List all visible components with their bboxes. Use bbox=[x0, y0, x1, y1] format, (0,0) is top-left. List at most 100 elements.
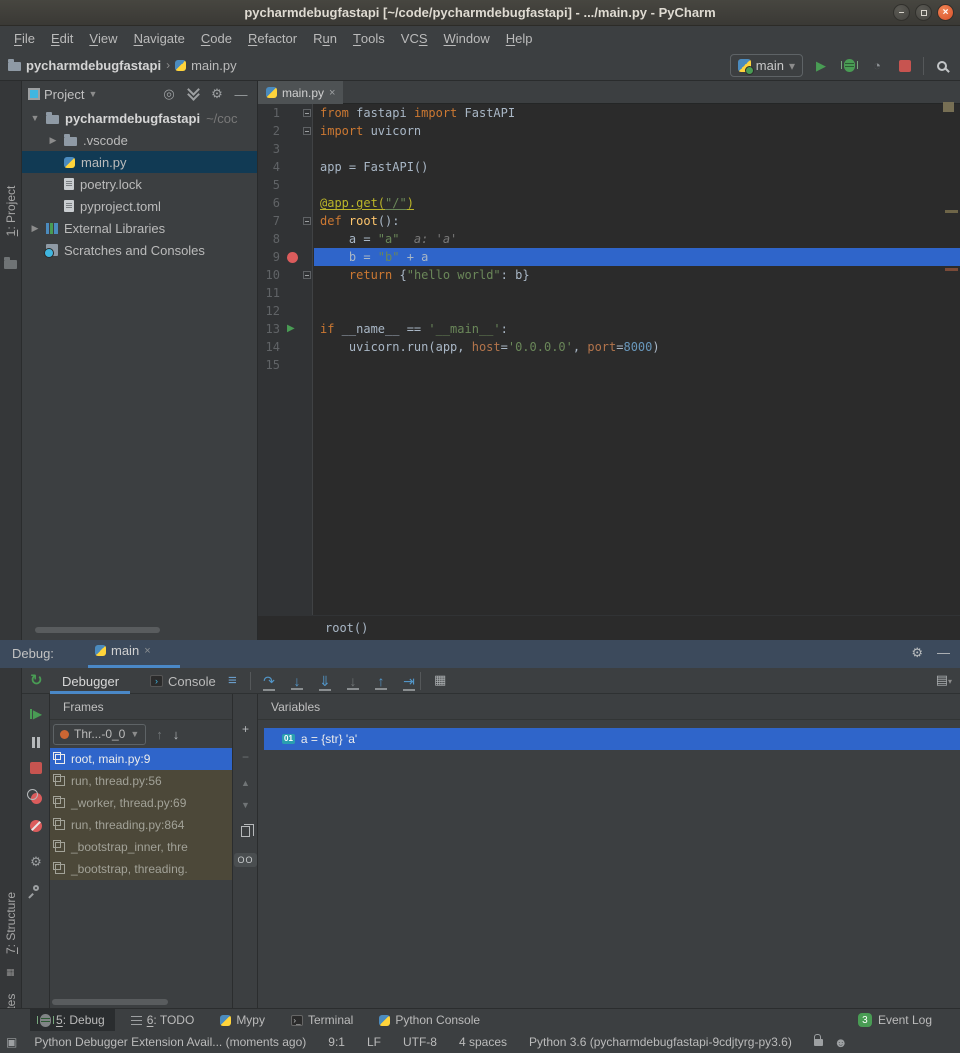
tree-expand-icon[interactable]: ▶ bbox=[48, 135, 58, 146]
duplicate-watch-button[interactable] bbox=[233, 826, 258, 840]
debug-button[interactable] bbox=[839, 56, 859, 76]
search-everywhere-button[interactable] bbox=[932, 56, 952, 76]
next-frame-button[interactable]: ↓ bbox=[173, 727, 180, 742]
tab-console[interactable]: › Console bbox=[150, 668, 216, 694]
locate-file-button[interactable]: ◎ bbox=[159, 86, 179, 102]
move-down-button[interactable]: ▼ bbox=[233, 800, 258, 810]
menu-item-window[interactable]: Window bbox=[436, 26, 498, 50]
step-out-button[interactable]: ↑ bbox=[374, 673, 388, 689]
layout-settings-button[interactable]: ▤▾ bbox=[936, 672, 952, 688]
tree-collapse-icon[interactable]: ▼ bbox=[30, 113, 40, 123]
project-horizontal-scrollbar[interactable] bbox=[35, 627, 160, 633]
show-watches-button[interactable]: OO bbox=[233, 852, 258, 867]
tree-item-poetry-lock[interactable]: poetry.lock bbox=[22, 173, 257, 195]
fold-marker-icon[interactable] bbox=[303, 217, 311, 225]
mute-breakpoints-button[interactable] bbox=[28, 818, 44, 834]
project-panel-title[interactable]: Project bbox=[44, 87, 84, 102]
step-into-button[interactable]: ↓ bbox=[290, 673, 304, 689]
previous-frame-button[interactable]: ↑ bbox=[156, 727, 163, 742]
editor-tab-main-py[interactable]: main.py × bbox=[258, 81, 343, 104]
inspection-indicator[interactable] bbox=[943, 102, 954, 112]
code-editor[interactable]: main.py × 12345678910111213▶1415 from fa… bbox=[258, 81, 960, 640]
hide-panel-button[interactable]: — bbox=[231, 87, 251, 102]
breadcrumb-method[interactable]: root() bbox=[325, 621, 368, 635]
frame-row[interactable]: _bootstrap, threading. bbox=[50, 858, 232, 880]
fold-marker-icon[interactable] bbox=[303, 271, 311, 279]
breadcrumb-file[interactable]: main.py bbox=[191, 58, 237, 73]
toolwindow-button-5-debug[interactable]: 5: Debug bbox=[30, 1009, 115, 1032]
add-watch-button[interactable]: + bbox=[233, 722, 258, 736]
profile-button[interactable]: ◔ bbox=[867, 56, 887, 76]
close-session-icon[interactable]: × bbox=[144, 645, 150, 657]
evaluate-expression-button[interactable]: ▦ bbox=[434, 672, 446, 688]
stop-button[interactable] bbox=[895, 56, 915, 76]
toolwindow-button-terminal[interactable]: ›_Terminal bbox=[281, 1009, 363, 1032]
tree-item-vscode[interactable]: ▶.vscode bbox=[22, 129, 257, 151]
pause-button[interactable] bbox=[28, 734, 44, 750]
status-item-lf[interactable]: LF bbox=[356, 1035, 392, 1049]
frame-row[interactable]: run, thread.py:56 bbox=[50, 770, 232, 792]
view-options-button[interactable]: ≡ bbox=[228, 672, 237, 689]
tree-item-pyproject-toml[interactable]: pyproject.toml bbox=[22, 195, 257, 217]
scrollbar-warning-marker[interactable] bbox=[945, 210, 958, 213]
hide-debug-panel-icon[interactable]: — bbox=[937, 645, 950, 661]
move-up-button[interactable]: ▲ bbox=[233, 778, 258, 788]
minimize-button[interactable]: – bbox=[893, 4, 910, 21]
menu-item-tools[interactable]: Tools bbox=[345, 26, 393, 50]
debugger-settings-button[interactable]: ⚙ bbox=[28, 854, 44, 870]
run-button[interactable]: ▶ bbox=[811, 56, 831, 76]
sidebar-item-structure[interactable]: 7: Structure bbox=[0, 881, 22, 965]
project-settings-button[interactable]: ⚙ bbox=[207, 86, 227, 102]
run-config-selector[interactable]: main ▾ bbox=[730, 54, 803, 77]
menu-item-help[interactable]: Help bbox=[498, 26, 541, 50]
collapse-all-button[interactable] bbox=[183, 87, 203, 102]
breakpoint-icon[interactable] bbox=[287, 252, 298, 263]
tree-item-scratches-and-consoles[interactable]: Scratches and Consoles bbox=[22, 239, 257, 261]
fold-marker-icon[interactable] bbox=[303, 127, 311, 135]
status-item-utf-8[interactable]: UTF-8 bbox=[392, 1035, 448, 1049]
status-item-9-1[interactable]: 9:1 bbox=[317, 1035, 356, 1049]
debug-settings-gear-icon[interactable]: ⚙ bbox=[911, 645, 923, 661]
variable-row[interactable]: 01a = {str} 'a' bbox=[264, 728, 960, 750]
chevron-down-icon[interactable]: ▼ bbox=[88, 89, 97, 99]
frame-row[interactable]: root, main.py:9 bbox=[50, 748, 232, 770]
scrollbar-breakpoint-marker[interactable] bbox=[945, 268, 958, 271]
tree-item-pycharmdebugfastapi[interactable]: ▼pycharmdebugfastapi ~/coc bbox=[22, 107, 257, 129]
frames-horizontal-scrollbar[interactable] bbox=[52, 999, 168, 1005]
menu-item-refactor[interactable]: Refactor bbox=[240, 26, 305, 50]
frame-row[interactable]: _bootstrap_inner, thre bbox=[50, 836, 232, 858]
menu-item-vcs[interactable]: VCS bbox=[393, 26, 436, 50]
menu-item-file[interactable]: File bbox=[6, 26, 43, 50]
menu-item-navigate[interactable]: Navigate bbox=[126, 26, 193, 50]
resume-button[interactable]: ▶ bbox=[28, 706, 44, 722]
fold-marker-icon[interactable] bbox=[303, 109, 311, 117]
view-breakpoints-button[interactable] bbox=[28, 790, 44, 806]
frame-row[interactable]: _worker, thread.py:69 bbox=[50, 792, 232, 814]
toolwindow-button-python-console[interactable]: Python Console bbox=[369, 1009, 490, 1032]
tree-item-external-libraries[interactable]: ▶External Libraries bbox=[22, 217, 257, 239]
hector-inspections-icon[interactable]: ☻ bbox=[834, 1035, 848, 1050]
thread-dropdown[interactable]: Thr...-0_0 ▼ bbox=[53, 724, 146, 745]
close-button[interactable]: × bbox=[937, 4, 954, 21]
force-step-into-button[interactable]: ⇓ bbox=[318, 673, 332, 690]
toolwindow-button-6-todo[interactable]: 6: TODO bbox=[121, 1009, 205, 1032]
run-line-icon[interactable]: ▶ bbox=[287, 323, 295, 335]
menu-item-run[interactable]: Run bbox=[305, 26, 345, 50]
menu-item-view[interactable]: View bbox=[81, 26, 125, 50]
rerun-button[interactable]: ↻ bbox=[30, 671, 43, 689]
menu-item-edit[interactable]: Edit bbox=[43, 26, 81, 50]
sidebar-item-project[interactable]: 1: Project bbox=[0, 167, 22, 255]
step-over-button[interactable]: ↷ bbox=[262, 673, 276, 690]
status-item-4-spaces[interactable]: 4 spaces bbox=[448, 1035, 518, 1049]
lock-button[interactable] bbox=[803, 1035, 834, 1049]
tree-item-main-py[interactable]: main.py bbox=[22, 151, 257, 173]
run-to-cursor-button[interactable]: ⇥ bbox=[402, 673, 416, 690]
event-log-button[interactable]: 3 Event Log bbox=[858, 1013, 932, 1027]
toolwindow-switcher-icon[interactable]: ▣ bbox=[0, 1035, 23, 1049]
close-tab-icon[interactable]: × bbox=[329, 87, 335, 99]
tree-expand-icon[interactable]: ▶ bbox=[30, 223, 40, 234]
debug-session-tab[interactable]: main × bbox=[95, 643, 151, 658]
stop-button[interactable] bbox=[28, 760, 44, 776]
maximize-button[interactable] bbox=[915, 4, 932, 21]
status-item-python-3-6-pycharmdebugfastapi-9cdjtyrg-py3-6[interactable]: Python 3.6 (pycharmdebugfastapi-9cdjtyrg… bbox=[518, 1035, 803, 1049]
